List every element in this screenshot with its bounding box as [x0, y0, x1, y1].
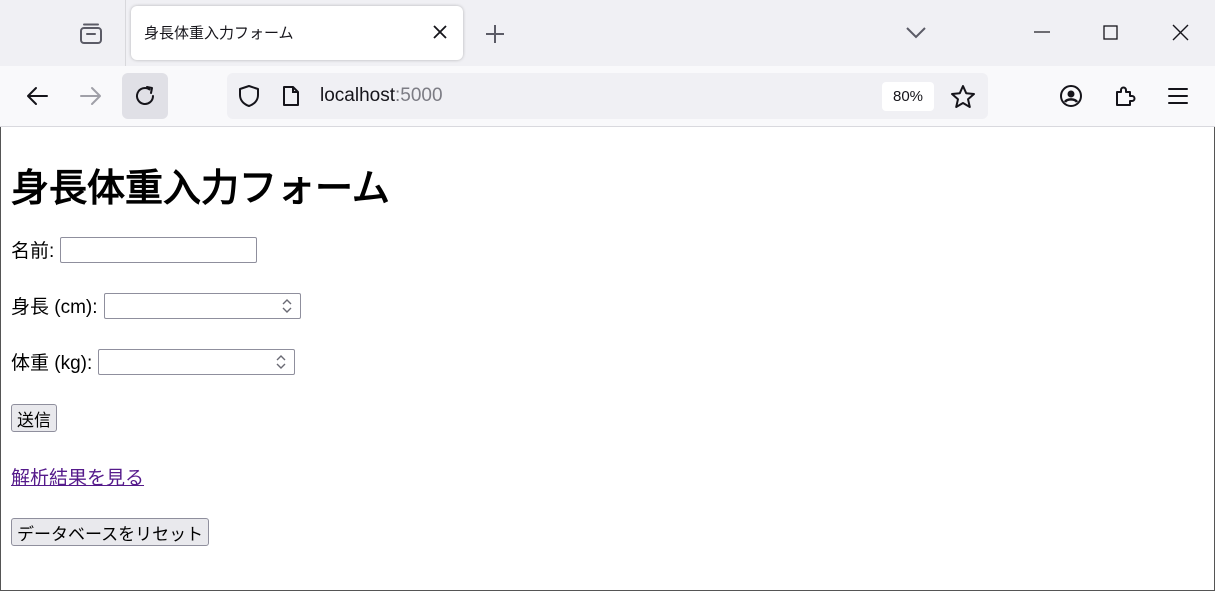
reload-button[interactable]: [122, 73, 168, 119]
reset-database-button[interactable]: データベースをリセット: [11, 518, 210, 546]
page-title: 身長体重入力フォーム: [11, 168, 390, 210]
window-close-button[interactable]: [1158, 12, 1202, 52]
url-bar[interactable]: localhost:5000 80%: [227, 73, 988, 119]
arrow-left-icon: [27, 87, 48, 105]
spinner-arrows-icon: [276, 354, 286, 369]
height-row: 身長 (cm):: [11, 292, 301, 319]
results-link[interactable]: 解析結果を見る: [11, 463, 144, 490]
extensions-button[interactable]: [1105, 76, 1145, 116]
minimize-button[interactable]: [1020, 12, 1064, 52]
star-icon: [951, 85, 975, 108]
shield-icon: [239, 85, 259, 107]
tab-strip: 身長体重入力フォーム: [0, 0, 1215, 66]
spinner-arrows-icon: [282, 298, 292, 313]
tab-separator: [125, 0, 126, 66]
site-info-button[interactable]: [279, 84, 303, 108]
tab-overview-icon: [80, 23, 102, 44]
maximize-button[interactable]: [1088, 12, 1132, 52]
tab-overview-button[interactable]: [70, 14, 112, 54]
new-tab-button[interactable]: [478, 17, 512, 51]
name-input[interactable]: [60, 236, 258, 263]
submit-button[interactable]: 送信: [11, 404, 57, 432]
hamburger-menu-icon: [1168, 88, 1188, 104]
tab-title: 身長体重入力フォーム: [144, 24, 294, 42]
tracking-protection-button[interactable]: [237, 84, 261, 108]
url-port: :5000: [395, 85, 443, 106]
tab-close-button[interactable]: [429, 21, 451, 43]
name-label: 名前:: [11, 241, 55, 262]
height-field[interactable]: [104, 293, 275, 318]
arrow-right-icon: [80, 87, 101, 105]
weight-label: 体重 (kg):: [11, 353, 93, 374]
chevron-down-icon: [906, 27, 926, 39]
bookmark-button[interactable]: [949, 83, 977, 111]
height-spinner[interactable]: [278, 296, 296, 316]
name-row: 名前:: [11, 236, 258, 263]
page-content: 身長体重入力フォーム 名前: 身長 (cm): 体重 (kg): 送信 解析結果…: [0, 127, 1215, 591]
zoom-level-button[interactable]: 80%: [882, 82, 934, 111]
reload-icon: [136, 86, 154, 105]
submit-row: 送信: [11, 404, 57, 432]
plus-icon: [486, 25, 504, 43]
reset-row: データベースをリセット: [11, 518, 210, 546]
puzzle-icon: [1116, 86, 1136, 106]
close-icon: [1172, 24, 1188, 40]
account-icon: [1060, 85, 1082, 107]
results-row: 解析結果を見る: [11, 463, 144, 490]
close-icon: [433, 25, 447, 39]
forward-button[interactable]: [68, 73, 114, 119]
weight-field[interactable]: [99, 349, 270, 374]
height-input[interactable]: [103, 292, 301, 319]
weight-input[interactable]: [98, 348, 296, 375]
list-all-tabs-button[interactable]: [898, 16, 934, 50]
menu-button[interactable]: [1158, 76, 1198, 116]
url-host: localhost: [320, 85, 395, 106]
minimize-icon: [1034, 31, 1050, 33]
height-label: 身長 (cm):: [11, 297, 98, 318]
page-icon: [283, 86, 299, 106]
weight-row: 体重 (kg):: [11, 348, 296, 375]
weight-spinner[interactable]: [272, 352, 290, 372]
navigation-toolbar: localhost:5000 80%: [0, 66, 1215, 127]
tab-active[interactable]: 身長体重入力フォーム: [131, 6, 463, 60]
url-text[interactable]: localhost:5000: [320, 85, 443, 107]
maximize-icon: [1102, 24, 1118, 40]
back-button[interactable]: [14, 73, 60, 119]
account-button[interactable]: [1051, 76, 1091, 116]
